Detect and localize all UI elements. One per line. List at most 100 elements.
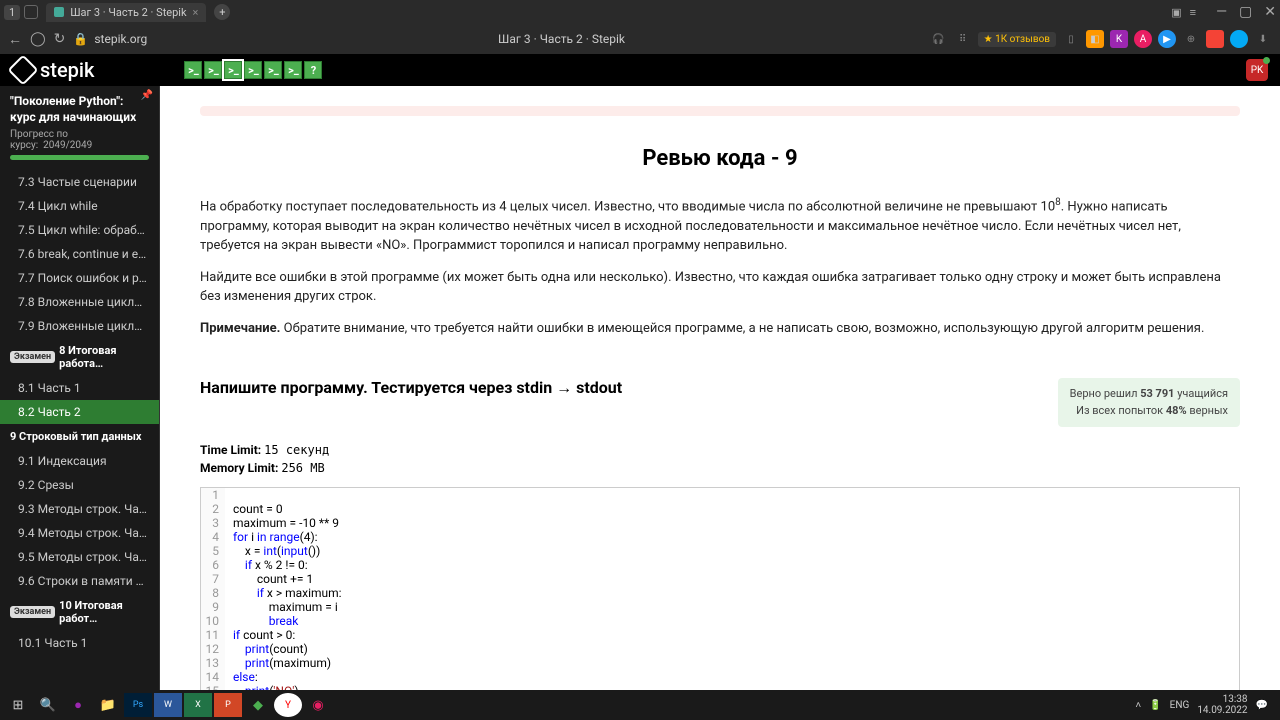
sidebar-item[interactable]: 10.1 Часть 1 <box>0 631 159 655</box>
step-5[interactable]: >_ <box>264 61 282 79</box>
sidebar-toggle-icon[interactable]: ▣ <box>1171 6 1181 19</box>
problem-para-2: Найдите все ошибки в этой программе (их … <box>200 268 1240 307</box>
pin-icon[interactable]: 📌 <box>141 90 153 101</box>
minimize-icon[interactable]: — <box>1216 4 1227 20</box>
task-title: Напишите программу. Тестируется через st… <box>200 378 622 398</box>
time-limit: Time Limit: 15 секунд <box>200 443 1240 457</box>
search-icon[interactable]: 🔍 <box>34 693 62 717</box>
exam-badge: Экзамен <box>10 606 55 618</box>
app-1-icon[interactable]: ● <box>64 693 92 717</box>
reload-icon[interactable]: ↻ <box>54 31 66 47</box>
sidebar-item[interactable]: 7.4 Цикл while <box>0 194 159 218</box>
page-title: Шаг 3 · Часть 2 · Stepik <box>201 32 921 46</box>
section-8-header[interactable]: Экзамен 8 Итоговая работа… <box>0 338 159 376</box>
clock[interactable]: 13:38 14.09.2022 <box>1197 694 1247 716</box>
sidebar-item[interactable]: 8.2 Часть 2 <box>0 400 159 424</box>
ext-2-icon[interactable]: K <box>1110 30 1128 48</box>
logo-icon <box>7 54 38 85</box>
sidebar-item[interactable]: 7.9 Вложенные циклы. Ча… <box>0 314 159 338</box>
step-4[interactable]: >_ <box>244 61 262 79</box>
app-topbar: stepik >_ >_ >_ >_ >_ >_ ? PK <box>0 54 1280 86</box>
close-tab-icon[interactable]: × <box>193 6 199 19</box>
explorer-icon[interactable]: 📁 <box>94 693 122 717</box>
course-title: "Поколение Python": курс для начинающих <box>0 86 159 129</box>
sidebar-item[interactable]: 7.8 Вложенные циклы. Ча… <box>0 290 159 314</box>
progress-label: Прогресс по курсу: 2049/2049 <box>0 129 159 155</box>
back-icon[interactable]: ← <box>8 31 22 48</box>
section-9-header[interactable]: 9 Строковый тип данных <box>0 424 159 449</box>
url-text: stepik.org <box>94 32 147 46</box>
alert-banner <box>200 106 1240 116</box>
notifications-icon[interactable]: 💬 <box>1256 700 1268 711</box>
ext-3-icon[interactable]: A <box>1134 30 1152 48</box>
battery-icon[interactable]: 🔋 <box>1149 700 1161 711</box>
start-icon[interactable]: ⊞ <box>4 693 32 717</box>
tab-count[interactable]: 1 <box>4 5 20 20</box>
step-7[interactable]: ? <box>304 61 322 79</box>
step-nav: >_ >_ >_ >_ >_ >_ ? <box>184 61 322 79</box>
url-field[interactable]: 🔒 stepik.org <box>73 32 193 46</box>
language-indicator[interactable]: ENG <box>1170 700 1190 711</box>
favicon-icon <box>54 7 64 17</box>
tray-chevron-icon[interactable]: ˄ <box>1135 700 1141 711</box>
lock-icon: 🔒 <box>73 32 88 46</box>
powerpoint-icon[interactable]: P <box>214 693 242 717</box>
sidebar-item[interactable]: 9.2 Срезы <box>0 473 159 497</box>
headphones-icon[interactable]: 🎧 <box>930 30 948 48</box>
stats-box: Верно решил 53 791 учащийся Из всех попы… <box>1058 378 1240 427</box>
sidebar-item[interactable]: 8.1 Часть 1 <box>0 376 159 400</box>
step-3[interactable]: >_ <box>224 61 242 79</box>
step-1[interactable]: >_ <box>184 61 202 79</box>
section-10-header[interactable]: Экзамен 10 Итоговая работ… <box>0 593 159 631</box>
sidebar-item[interactable]: 9.6 Строки в памяти комп… <box>0 569 159 593</box>
app-3-icon[interactable]: ◉ <box>304 693 332 717</box>
yandex-icon[interactable]: Y <box>274 693 302 717</box>
problem-note: Примечание. Обратите внимание, что требу… <box>200 319 1240 339</box>
address-bar: ← ◯ ↻ 🔒 stepik.org Шаг 3 · Часть 2 · Ste… <box>0 24 1280 54</box>
close-window-icon[interactable]: ✕ <box>1264 4 1276 20</box>
word-icon[interactable]: W <box>154 693 182 717</box>
logo[interactable]: stepik <box>12 58 94 82</box>
ext-5-icon[interactable]: ⊕ <box>1182 30 1200 48</box>
lesson-title: Ревью кода - 9 <box>200 146 1240 171</box>
windows-taskbar: ⊞ 🔍 ● 📁 Ps W X P ◆ Y ◉ ˄ 🔋 ENG 13:38 14.… <box>0 690 1280 720</box>
code-editor[interactable]: 12count = 03maximum = -10 ** 94for i in … <box>200 487 1240 699</box>
reviews-badge[interactable]: ★ 1К отзывов <box>978 32 1056 47</box>
sidebar-item[interactable]: 7.3 Частые сценарии <box>0 170 159 194</box>
sidebar-item[interactable]: 9.1 Индексация <box>0 449 159 473</box>
shield-icon[interactable]: ◯ <box>30 31 46 47</box>
sidebar-item[interactable]: 9.3 Методы строк. Часть 1 <box>0 497 159 521</box>
sidebar: 📌 "Поколение Python": курс для начинающи… <box>0 86 160 720</box>
user-avatar[interactable]: PK <box>1246 59 1268 81</box>
photoshop-icon[interactable]: Ps <box>124 693 152 717</box>
excel-icon[interactable]: X <box>184 693 212 717</box>
menu-icon[interactable]: ≡ <box>1190 6 1196 19</box>
ext-1-icon[interactable]: ◧ <box>1086 30 1104 48</box>
sidebar-item[interactable]: 9.4 Методы строк. Часть 2 <box>0 521 159 545</box>
maximize-icon[interactable]: ▢ <box>1239 4 1252 20</box>
sidebar-item[interactable]: 7.6 break, continue и else <box>0 242 159 266</box>
tab-title: Шаг 3 · Часть 2 · Stepik <box>70 6 186 19</box>
content-area: Ревью кода - 9 На обработку поступает по… <box>160 86 1280 720</box>
exam-badge: Экзамен <box>10 351 55 363</box>
browser-titlebar: 1 Шаг 3 · Часть 2 · Stepik × + ▣ ≡ — ▢ ✕ <box>0 0 1280 24</box>
ext-7-icon[interactable] <box>1230 30 1248 48</box>
browser-tab[interactable]: Шаг 3 · Часть 2 · Stepik × <box>46 3 206 22</box>
problem-para-1: На обработку поступает последовательност… <box>200 195 1240 256</box>
new-tab-icon[interactable]: + <box>214 4 230 20</box>
sidebar-item[interactable]: 7.5 Цикл while: обработка … <box>0 218 159 242</box>
bookmark-icon[interactable]: ▯ <box>1062 30 1080 48</box>
sidebar-item[interactable]: 7.7 Поиск ошибок и ревью… <box>0 266 159 290</box>
step-6[interactable]: >_ <box>284 61 302 79</box>
new-window-icon[interactable] <box>24 5 38 19</box>
downloads-icon[interactable]: ⬇ <box>1254 30 1272 48</box>
progress-bar <box>10 155 149 160</box>
translate-icon[interactable]: ⠿ <box>954 30 972 48</box>
ext-6-icon[interactable] <box>1206 30 1224 48</box>
ext-4-icon[interactable]: ▶ <box>1158 30 1176 48</box>
sidebar-item[interactable]: 9.5 Методы строк. Часть 3 <box>0 545 159 569</box>
logo-text: stepik <box>40 58 94 82</box>
memory-limit: Memory Limit: 256 MB <box>200 461 1240 475</box>
app-2-icon[interactable]: ◆ <box>244 693 272 717</box>
step-2[interactable]: >_ <box>204 61 222 79</box>
